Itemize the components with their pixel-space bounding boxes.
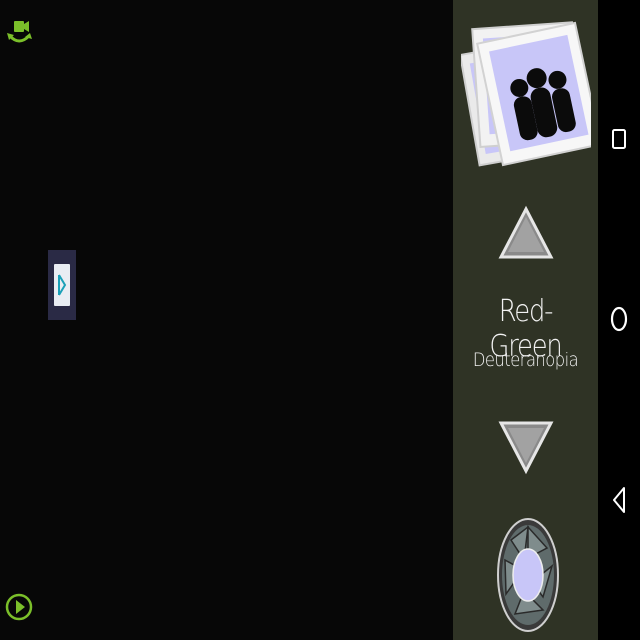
photo-gallery-icon[interactable] xyxy=(459,6,602,174)
tag-icon xyxy=(54,264,70,306)
filter-indicator-tag xyxy=(48,250,76,320)
circle-icon[interactable] xyxy=(608,304,630,334)
control-panel: Red-Green Deuteranopia xyxy=(453,0,602,640)
triangle-down-icon[interactable] xyxy=(497,420,555,475)
play-icon[interactable] xyxy=(5,591,33,623)
triangle-back-icon[interactable] xyxy=(608,485,630,515)
switch-camera-icon[interactable] xyxy=(5,18,33,48)
square-icon[interactable] xyxy=(608,124,630,154)
system-nav-bar xyxy=(598,0,640,640)
camera-preview xyxy=(0,0,453,640)
camera-shutter-icon[interactable] xyxy=(497,518,559,632)
mode-subtitle: Deuteranopia xyxy=(472,349,579,371)
triangle-up-icon[interactable] xyxy=(497,205,555,261)
